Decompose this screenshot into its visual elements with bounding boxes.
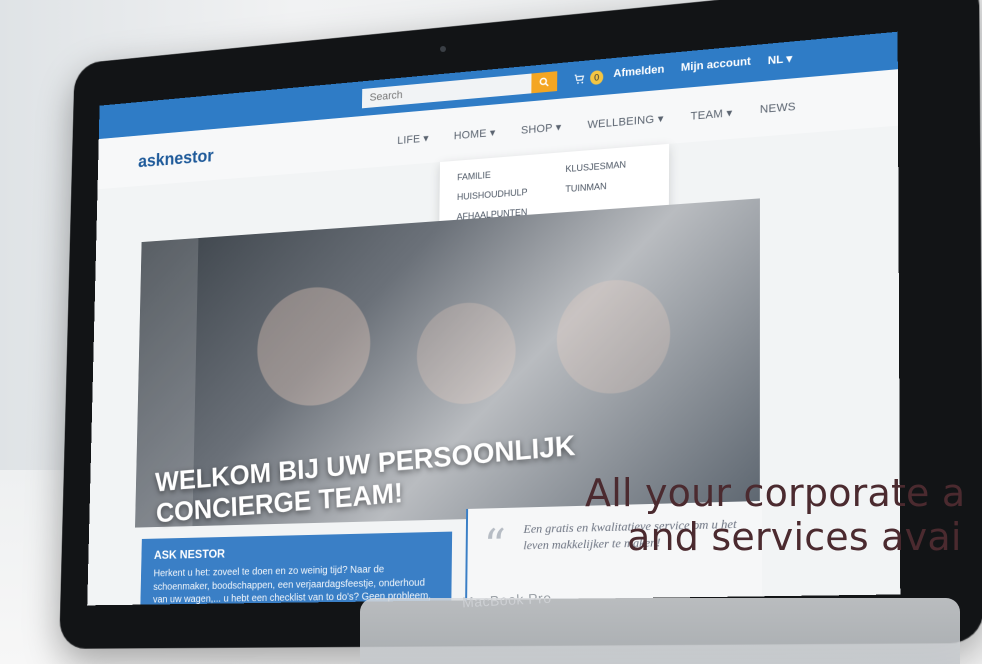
about-panel: ASK NESTOR Herkent u het: zoveel te doen… <box>139 531 453 606</box>
menu-item-news[interactable]: NEWS <box>760 101 796 117</box>
dropdown-item-tuinman[interactable]: TUINMAN <box>565 180 626 194</box>
menu-item-home[interactable]: HOME ▾ <box>454 126 496 142</box>
dropdown-column-left: FAMILIE HUISHOUDHULP AFHAALPUNTEN <box>457 167 528 222</box>
laptop: 0 Afmelden Mijn account NL ▾ asknestor L… <box>0 0 982 664</box>
menu-item-wellbeing-label: WELLBEING <box>587 113 655 132</box>
menu-item-team[interactable]: TEAM ▾ <box>690 106 732 123</box>
dropdown-item-huishoudhulp[interactable]: HUISHOUDHULP <box>457 187 528 202</box>
overlay-line-2: and services avai <box>627 514 962 559</box>
menu-item-life[interactable]: LIFE ▾ <box>397 132 429 147</box>
logout-link[interactable]: Afmelden <box>613 63 664 81</box>
overlay-line-1: All your corporate a <box>585 472 966 515</box>
menu-item-team-label: TEAM <box>690 107 724 123</box>
dropdown-item-familie[interactable]: FAMILIE <box>457 167 528 182</box>
menu-item-wellbeing[interactable]: WELLBEING ▾ <box>587 112 663 131</box>
menu-item-shop-label: SHOP <box>520 122 553 137</box>
cart-icon <box>573 72 586 84</box>
logo-text: asknestor <box>137 145 214 172</box>
about-heading: ASK NESTOR <box>153 546 226 562</box>
main-menu: LIFE ▾ HOME ▾ SHOP ▾ WELLBEING ▾ TEAM ▾ … <box>397 101 796 147</box>
chevron-down-icon: ▾ <box>786 52 793 66</box>
language-select[interactable]: NL ▾ <box>768 52 792 68</box>
dropdown-column-right: KLUSJESMAN TUINMAN <box>565 159 626 194</box>
search-icon <box>539 77 550 89</box>
search-button[interactable] <box>531 71 558 94</box>
cart-count-badge: 0 <box>590 69 604 86</box>
menu-item-life-label: LIFE <box>397 133 421 147</box>
language-label: NL <box>767 53 784 68</box>
laptop-keyboard <box>360 598 960 664</box>
dropdown-item-klusjesman[interactable]: KLUSJESMAN <box>565 159 626 174</box>
menu-item-news-label: NEWS <box>759 100 796 117</box>
overlay-marketing-text: All your corporate a and services avai <box>585 472 982 559</box>
menu-item-shop[interactable]: SHOP ▾ <box>521 120 562 136</box>
cart-button[interactable]: 0 <box>573 67 604 90</box>
my-account-link[interactable]: Mijn account <box>681 56 751 76</box>
top-links: Afmelden Mijn account NL ▾ <box>613 52 792 81</box>
site-logo[interactable]: asknestor <box>138 146 214 172</box>
camera-dot <box>440 46 446 52</box>
quote-icon: “ <box>483 520 507 573</box>
menu-item-home-label: HOME <box>453 127 487 143</box>
